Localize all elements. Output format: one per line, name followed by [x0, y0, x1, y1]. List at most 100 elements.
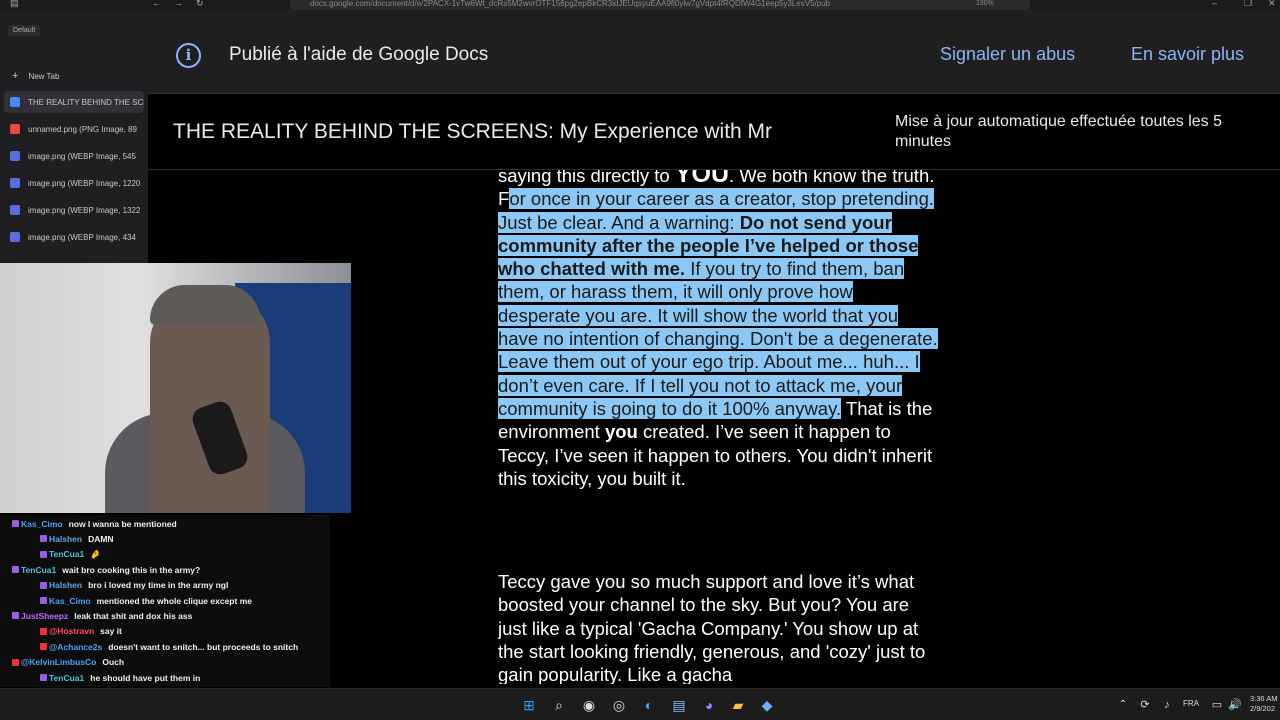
chrome-icon[interactable]: ◎	[610, 696, 628, 714]
chat-username[interactable]: Kas_Cimo	[21, 519, 63, 529]
volume-icon[interactable]: 🔊	[1226, 696, 1244, 714]
chat-username[interactable]: TenCua1	[49, 673, 84, 683]
profile-badge[interactable]: Default	[8, 25, 41, 36]
document-body: saying this directly to YOU. We both kno…	[498, 170, 948, 684]
chat-username[interactable]: @KelvinLimbusCo	[21, 657, 96, 667]
chat-username[interactable]: @Hostravn	[49, 626, 94, 636]
windows-start-icon[interactable]: ⊞	[520, 696, 538, 714]
tab-image-png-434[interactable]: image.png (WEBP Image, 434	[4, 226, 144, 248]
tab-label: image.png (WEBP Image, 545	[28, 151, 136, 161]
chat-message: Kas_Cimo now I wanna be mentioned	[12, 516, 177, 531]
chat-message: Kas_Cimo mentioned the whole clique excep…	[40, 593, 252, 608]
back-icon[interactable]: ←	[152, 0, 161, 8]
close-icon[interactable]: ✕	[1268, 0, 1276, 9]
chat-text: Ouch	[102, 657, 125, 668]
network-icon[interactable]: ⟳	[1136, 696, 1154, 714]
chat-username[interactable]: @Achance2s	[49, 642, 102, 652]
obs-icon[interactable]: ◉	[580, 696, 598, 714]
clock[interactable]: 3:36 AM 2/9/202	[1250, 694, 1278, 714]
display-icon[interactable]: ▭	[1208, 696, 1226, 714]
notepad-icon[interactable]: ▤	[670, 696, 688, 714]
chat-username[interactable]: TenCua1	[49, 549, 84, 559]
tab-image-png-1322[interactable]: image.png (WEBP Image, 1322	[4, 199, 144, 221]
text-run: saying this directly to	[498, 170, 675, 186]
image-icon	[10, 178, 20, 188]
chat-username[interactable]: JustSheepz	[21, 611, 68, 621]
image-icon	[10, 205, 20, 215]
chat-message: @Achance2s doesn't want to snitch... but …	[40, 639, 298, 654]
tab-image-png-545[interactable]: image.png (WEBP Image, 545	[4, 145, 144, 167]
reload-icon[interactable]: ↻	[196, 0, 204, 9]
edge-icon[interactable]: ◐	[640, 696, 658, 714]
chat-message: @KelvinLimbusCo Ouch	[12, 655, 124, 670]
selected-text[interactable]: If you try to find them, ban them, or ha…	[498, 258, 938, 419]
badge-icon	[40, 597, 47, 604]
badge-icon	[40, 581, 47, 589]
badge-icon	[40, 627, 47, 635]
chat-username[interactable]: Halshen	[49, 580, 82, 590]
tab-label: image.png (WEBP Image, 1220	[28, 178, 141, 188]
date-text: 2/9/202	[1250, 704, 1276, 713]
published-text: Publié à l'aide de Google Docs	[229, 44, 489, 65]
chat-text: DAMN	[88, 533, 114, 544]
cap	[150, 285, 260, 325]
learn-more-link[interactable]: En savoir plus	[1131, 44, 1244, 65]
tab-label: image.png (WEBP Image, 434	[28, 232, 136, 242]
streamer-face	[150, 293, 270, 513]
chat-username[interactable]: Kas_Cimo	[49, 596, 91, 606]
tab-image-png-1220[interactable]: image.png (WEBP Image, 1220	[4, 172, 144, 194]
chat-text: 🤌	[90, 548, 101, 559]
tab-label: image.png (WEBP Image, 1322	[28, 205, 141, 215]
minimize-icon[interactable]: –	[1212, 0, 1217, 8]
paragraph-warning: saying this directly to YOU. We both kno…	[498, 170, 938, 490]
emphasis-you: YOU	[674, 170, 730, 188]
badge-icon	[40, 550, 47, 558]
document-header: THE REALITY BEHIND THE SCREENS: My Exper…	[148, 95, 1280, 170]
maximize-icon[interactable]: ❐	[1244, 0, 1252, 9]
streamer-webcam	[0, 263, 351, 513]
chat-text: bro i loved my time in the army ngl	[88, 580, 229, 591]
chat-username[interactable]: TenCua1	[21, 565, 56, 575]
tab-reality-behind-screens[interactable]: THE REALITY BEHIND THE SCREENS	[4, 91, 144, 113]
bold-you: you	[604, 421, 638, 443]
address-bar[interactable]: docs.google.com/document/d/e/2PACX-1vTw6…	[290, 0, 1030, 10]
new-tab-button[interactable]: + New Tab	[4, 65, 144, 87]
chat-message: TenCua1 wait bro cooking this in the army…	[12, 562, 200, 577]
chat-message: Halshen bro i loved my time in the army n…	[40, 578, 228, 593]
zoom-level[interactable]: 190%	[976, 0, 994, 7]
badge-icon	[40, 643, 47, 651]
chat-message: JustSheepz leak that shit and dox his ass	[12, 608, 192, 623]
app-icon[interactable]: ◆	[758, 696, 776, 714]
docs-icon	[10, 97, 20, 107]
badge-icon	[40, 674, 47, 681]
chat-text: he should have put them in	[90, 672, 201, 683]
chat-text: mentioned the whole clique except me	[96, 595, 252, 606]
language-indicator[interactable]: FRA	[1183, 699, 1199, 708]
vertical-tab-sidebar: Default + New Tab THE REALITY BEHIND THE…	[0, 10, 148, 265]
new-tab-label: New Tab	[28, 71, 60, 81]
badge-icon	[40, 535, 47, 543]
time-text: 3:36 AM	[1250, 694, 1278, 703]
chat-username[interactable]: Halshen	[49, 534, 82, 544]
badge-icon	[12, 520, 19, 527]
mic-icon[interactable]: ♪	[1158, 696, 1176, 714]
search-icon[interactable]: ⌕	[550, 696, 568, 714]
auto-update-notice: Mise à jour automatique effectuée toutes…	[895, 113, 1223, 150]
chat-text: wait bro cooking this in the army?	[62, 564, 201, 575]
chat-text: now I wanna be mentioned	[68, 518, 177, 529]
windows-taskbar: ⊞ ⌕ ◉ ◎ ◐ ▤ ◕ ▰ ◆ ⌃ ⟳ ♪ FRA ▭ 🔊 3:36 AM 2…	[0, 688, 1280, 720]
chat-message: TenCua1 he should have put them in	[40, 670, 200, 685]
badge-icon	[12, 658, 19, 666]
stream-chat: Kas_Cimo now I wanna be mentioned Halshen D…	[0, 515, 330, 713]
forward-icon[interactable]: →	[174, 0, 183, 8]
chevron-up-icon[interactable]: ⌃	[1114, 696, 1132, 714]
image-icon	[10, 232, 20, 242]
chat-text: say it	[100, 626, 122, 637]
tab-label: THE REALITY BEHIND THE SCREENS	[28, 97, 144, 107]
report-abuse-link[interactable]: Signaler un abus	[940, 44, 1075, 65]
sidebar-toggle-icon[interactable]: ▤	[10, 0, 19, 9]
publish-banner: i Publié à l'aide de Google Docs Signale…	[148, 10, 1280, 94]
tab-unnamed-png[interactable]: unnamed.png (PNG Image, 89	[4, 118, 144, 140]
file-explorer-icon[interactable]: ▰	[729, 696, 747, 714]
discord-icon[interactable]: ◕	[700, 696, 718, 714]
